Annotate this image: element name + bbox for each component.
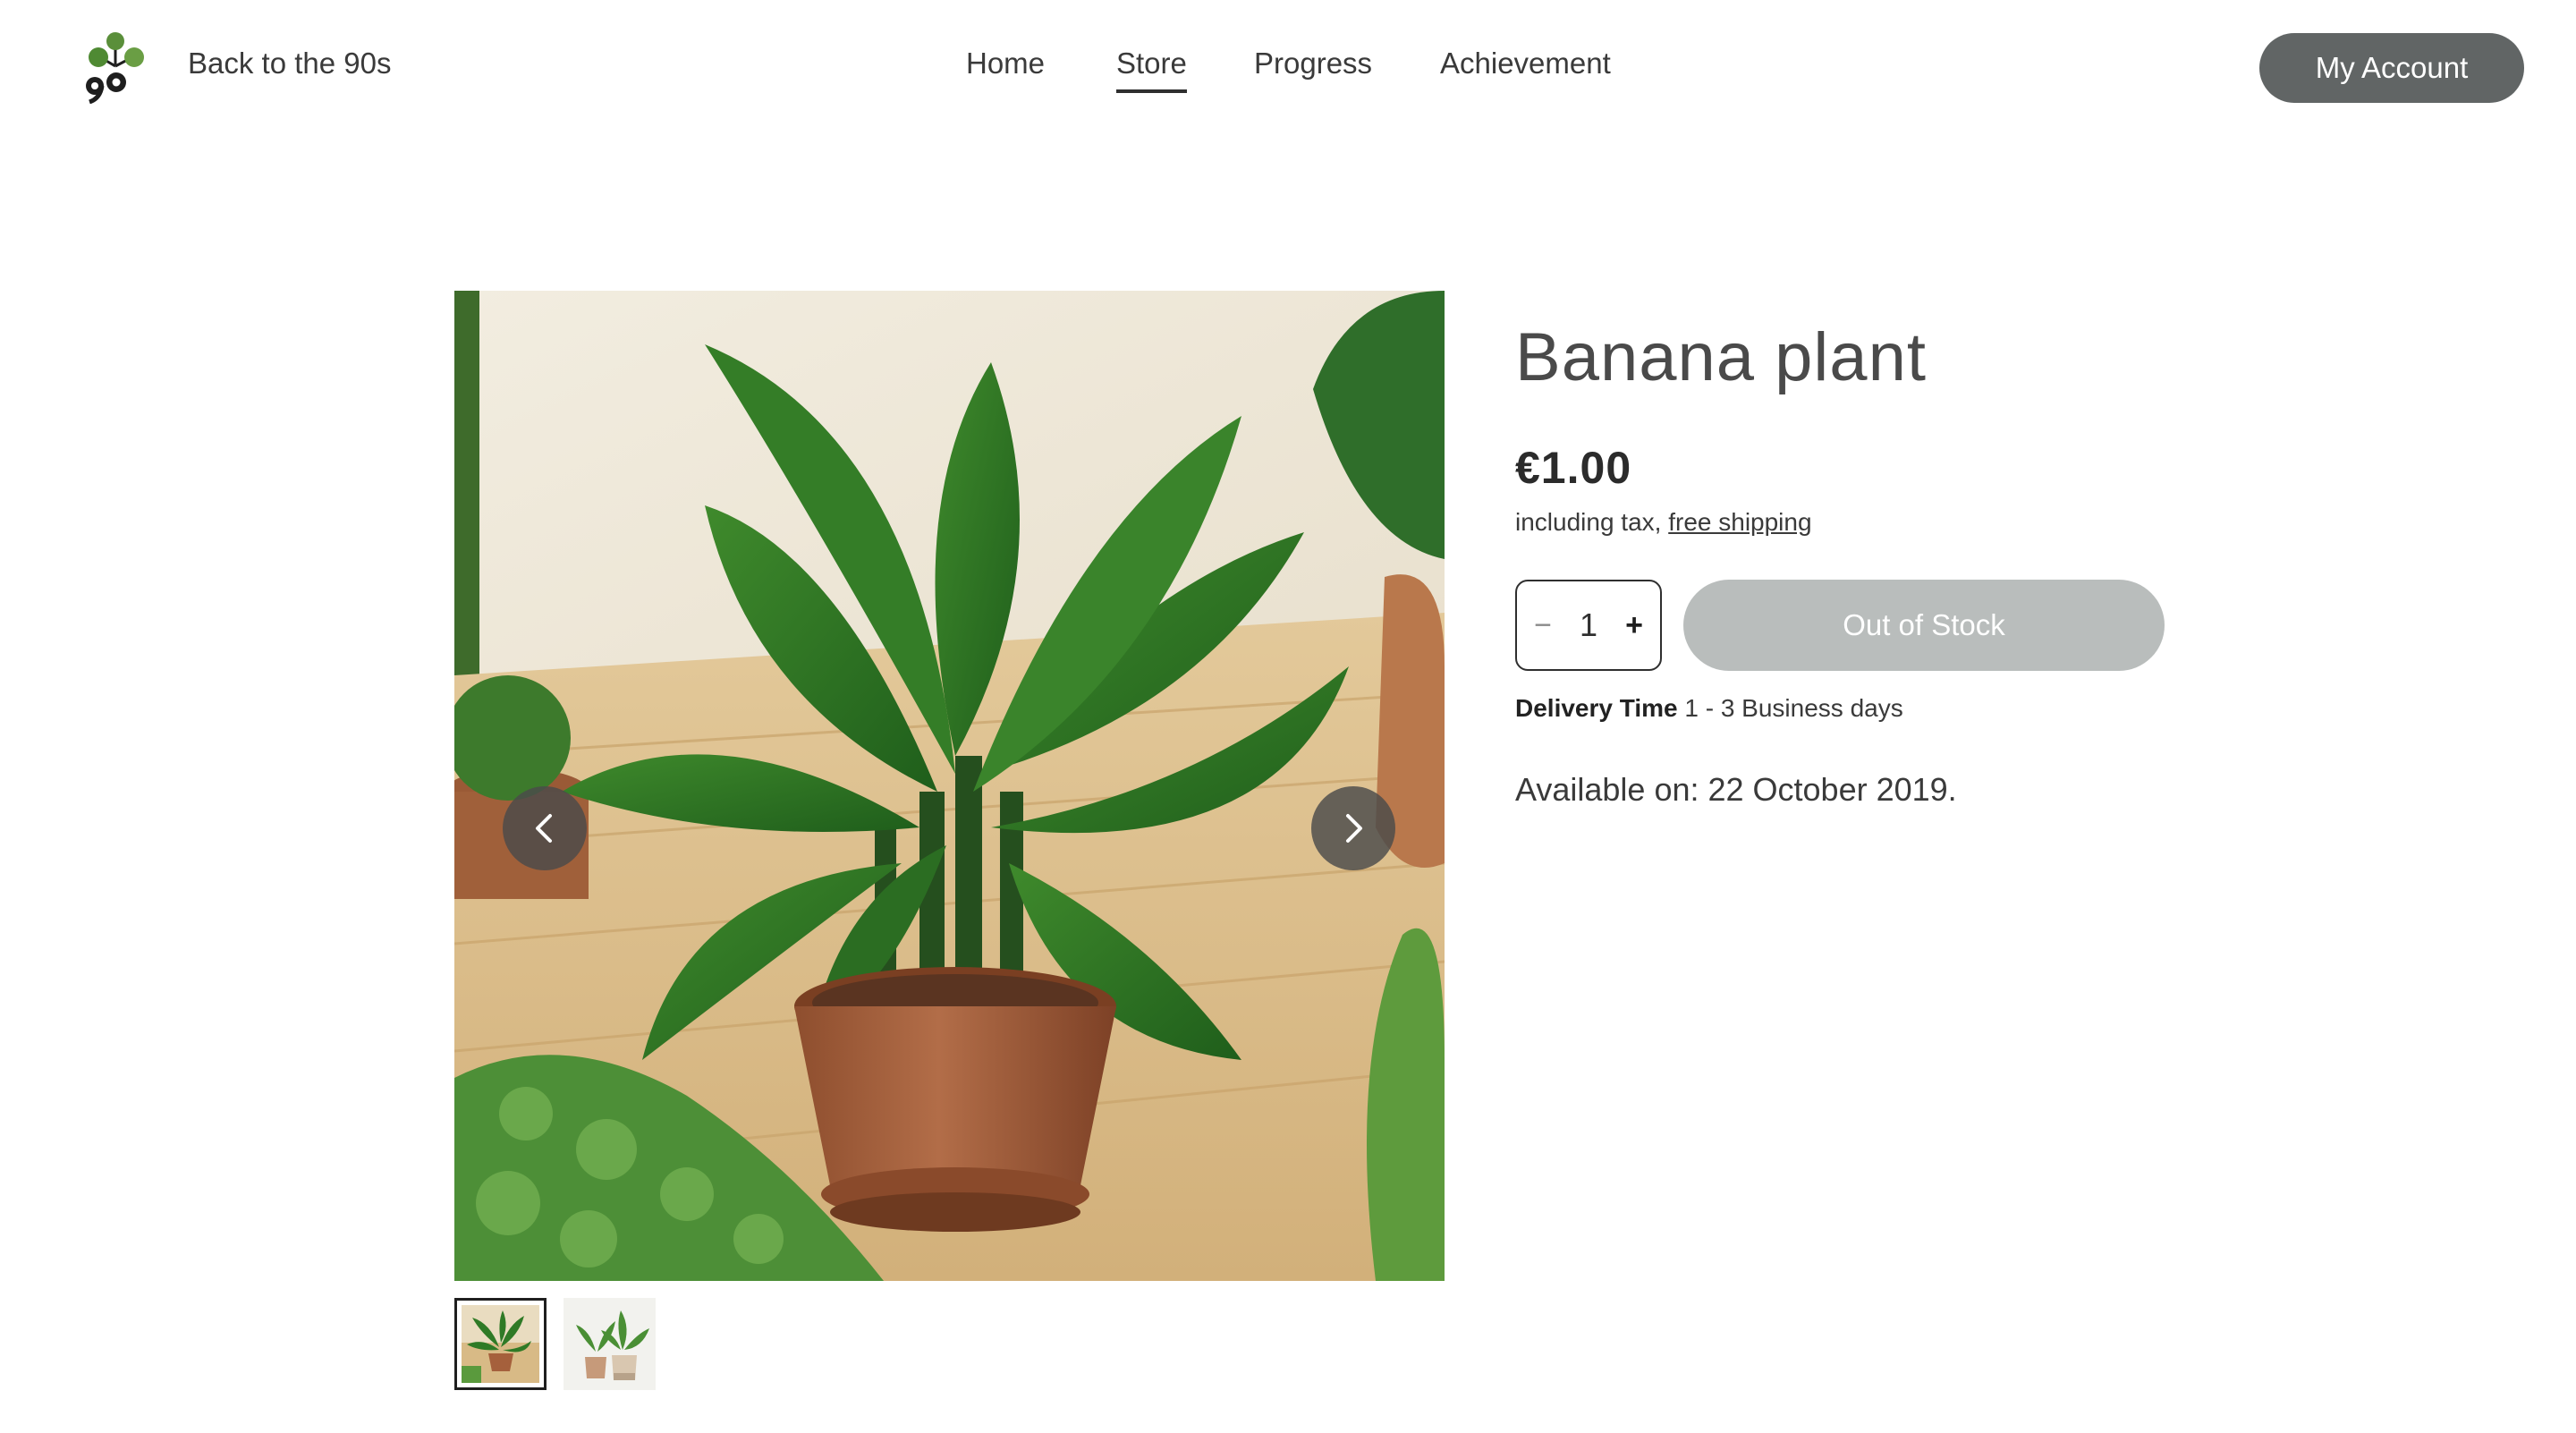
free-shipping-link[interactable]: free shipping — [1668, 508, 1811, 536]
product-title: Banana plant — [1515, 319, 1927, 395]
delivery-value: 1 - 3 Business days — [1677, 694, 1903, 722]
nav-achievement[interactable]: Achievement — [1440, 47, 1611, 81]
out-of-stock-button[interactable]: Out of Stock — [1683, 580, 2165, 671]
tax-prefix: including tax, — [1515, 508, 1669, 536]
site-name[interactable]: Back to the 90s — [188, 47, 391, 81]
chevron-left-icon — [536, 814, 552, 843]
quantity-stepper: − 1 + — [1515, 580, 1662, 671]
site-header: Back to the 90s Home Store Progress Achi… — [0, 0, 2576, 134]
gallery-prev-button[interactable] — [503, 786, 587, 870]
tax-info: including tax, free shipping — [1515, 508, 1812, 537]
quantity-increase-button[interactable]: + — [1621, 581, 1648, 669]
thumbnail-2[interactable] — [564, 1298, 656, 1390]
product-main-image — [454, 291, 1445, 1281]
quantity-value[interactable]: 1 — [1562, 581, 1615, 669]
gallery-next-button[interactable] — [1311, 786, 1395, 870]
availability-date: Available on: 22 October 2019. — [1515, 771, 1957, 808]
thumbnail-1[interactable] — [454, 1298, 547, 1390]
nav-store[interactable]: Store — [1116, 47, 1187, 93]
delivery-label: Delivery Time — [1515, 694, 1678, 722]
logo-icon[interactable] — [82, 30, 148, 105]
my-account-button[interactable]: My Account — [2259, 33, 2524, 103]
product-price: €1.00 — [1515, 443, 1632, 493]
nav-progress[interactable]: Progress — [1254, 47, 1372, 81]
nav-home[interactable]: Home — [966, 47, 1045, 81]
delivery-time: Delivery Time 1 - 3 Business days — [1515, 694, 1903, 723]
quantity-decrease-button[interactable]: − — [1530, 581, 1556, 669]
chevron-right-icon — [1346, 814, 1362, 843]
